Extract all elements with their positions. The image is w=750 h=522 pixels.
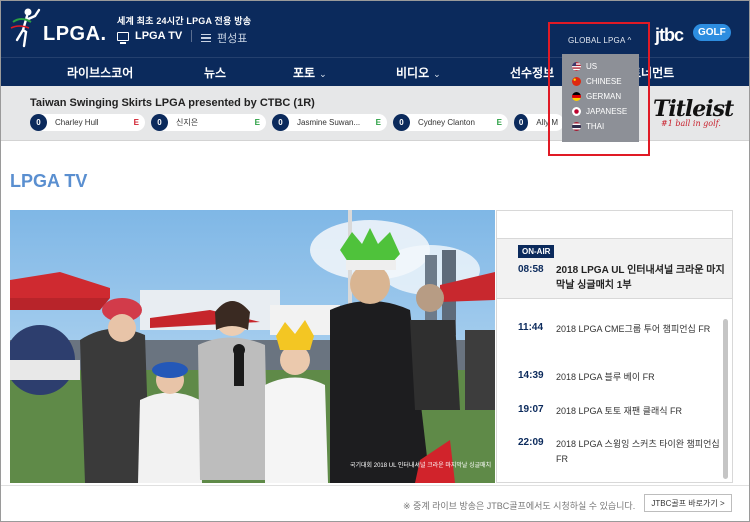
global-option-japanese[interactable]: JAPANESE xyxy=(562,104,639,119)
option-label: JAPANESE xyxy=(586,107,628,116)
nav-item-news[interactable]: 뉴스 xyxy=(204,64,226,81)
position-badge: 0 xyxy=(30,114,47,131)
global-lpga-toggle[interactable]: GLOBAL LPGA ^ xyxy=(568,36,631,45)
tournament-title[interactable]: Taiwan Swinging Skirts LPGA presented by… xyxy=(30,97,315,109)
global-option-us[interactable]: US xyxy=(562,59,639,74)
player-name: Ally M xyxy=(536,118,558,127)
onair-badge: ON-AIR xyxy=(518,245,555,258)
lpga-tv-label: LPGA TV xyxy=(135,30,183,42)
position-badge: 0 xyxy=(272,114,289,131)
leaderboard-entry[interactable]: 0 신지은 E xyxy=(151,114,266,131)
score-status: E xyxy=(133,118,139,127)
global-option-german[interactable]: GERMAN xyxy=(562,89,639,104)
nav-item-players[interactable]: 선수정보 xyxy=(510,64,554,81)
score-status: E xyxy=(496,118,502,127)
option-label: US xyxy=(586,62,598,71)
jtbc-golf-link-button[interactable]: JTBC골프 바로가기 > xyxy=(644,494,732,512)
schedule-header xyxy=(497,211,732,239)
schedule-time: 14:39 xyxy=(518,370,544,381)
schedule-time: 22:09 xyxy=(518,437,544,448)
header-divider xyxy=(191,30,192,42)
china-flag-icon xyxy=(572,77,581,86)
schedule-title: 2018 LPGA CME그룹 투어 챔피언십 FR xyxy=(556,324,711,334)
video-frame-image xyxy=(10,210,495,483)
leaderboard-entry[interactable]: 0 Ally M xyxy=(514,114,564,131)
schedule-label: 편성표 xyxy=(217,33,248,45)
video-caption: 국기대회 2018 UL 인터내셔널 크라운 마지막날 싱글매치 xyxy=(350,463,492,469)
leaderboard-entry[interactable]: 0 Cydney Clanton E xyxy=(393,114,508,131)
lpga-logo-text[interactable]: LPGA. xyxy=(43,23,107,46)
page-title: LPGA TV xyxy=(10,171,88,191)
position-badge: 0 xyxy=(151,114,168,131)
score-status: E xyxy=(254,118,260,127)
leaderboard-entry[interactable]: 0 Jasmine Suwan... E xyxy=(272,114,387,131)
site-tagline: 세계 최초 24시간 LPGA 전용 방송 xyxy=(117,16,252,26)
position-badge: 0 xyxy=(514,114,529,131)
position-badge: 0 xyxy=(393,114,410,131)
schedule-title: 2018 LPGA 스윙잉 스커츠 타이완 챔피언십 FR xyxy=(556,439,720,464)
player-name: 신지은 xyxy=(176,118,199,127)
option-label: THAI xyxy=(586,122,605,131)
option-label: GERMAN xyxy=(586,92,622,101)
schedule-scrollbar[interactable] xyxy=(723,319,728,479)
list-icon xyxy=(201,34,211,42)
nav-item-livescore[interactable]: 라이브스코어 xyxy=(67,64,133,81)
option-label: CHINESE xyxy=(586,77,622,86)
schedule-link[interactable]: 편성표 xyxy=(201,30,247,46)
lpga-tv-link[interactable]: LPGA TV xyxy=(117,30,183,44)
chevron-down-icon: ⌄ xyxy=(319,69,327,79)
jtbc-logo[interactable]: jtbc xyxy=(655,25,684,46)
golf-badge[interactable]: GOLF xyxy=(693,24,731,41)
schedule-title: 2018 LPGA 블루 베이 FR xyxy=(556,372,655,382)
leaderboard-list: 0 Charley Hull E 0 신지은 E 0 Jasmine Suwan… xyxy=(30,114,570,132)
japan-flag-icon xyxy=(572,107,581,116)
tv-icon xyxy=(117,31,129,44)
leaderboard-entry[interactable]: 0 Charley Hull E xyxy=(30,114,145,131)
schedule-title: 2018 LPGA 토토 재팬 클래식 FR xyxy=(556,406,682,416)
global-option-chinese[interactable]: CHINESE xyxy=(562,74,639,89)
titleist-sponsor-logo[interactable]: Titleist #1 ball in golf. xyxy=(653,96,734,132)
player-name: Cydney Clanton xyxy=(418,118,475,127)
schedule-time: 11:44 xyxy=(518,322,544,333)
nav-item-photo[interactable]: 포토 ⌄ xyxy=(293,64,327,81)
lpga-logo-icon[interactable] xyxy=(9,6,41,54)
player-name: Charley Hull xyxy=(55,118,99,127)
chevron-down-icon: ⌄ xyxy=(433,69,441,79)
onair-program[interactable]: ON-AIR 08:58 2018 LPGA UL 인터내셔널 크라운 마지막날… xyxy=(497,239,732,299)
germany-flag-icon xyxy=(572,92,581,101)
score-status: E xyxy=(375,118,381,127)
broadcast-schedule: ON-AIR 08:58 2018 LPGA UL 인터내셔널 크라운 마지막날… xyxy=(496,210,733,483)
live-video-player[interactable]: 국기대회 2018 UL 인터내셔널 크라운 마지막날 싱글매치 xyxy=(10,210,495,483)
footer-bar: ※ 중계 라이브 방송은 JTBC골프에서도 시청하실 수 있습니다. JTBC… xyxy=(1,485,749,522)
schedule-time: 19:07 xyxy=(518,404,544,415)
onair-title: 2018 LPGA UL 인터내셔널 크라운 마지막날 싱글매치 1부 xyxy=(556,265,725,291)
onair-time: 08:58 xyxy=(518,264,544,275)
thailand-flag-icon xyxy=(572,122,581,131)
us-flag-icon xyxy=(572,62,581,71)
player-name: Jasmine Suwan... xyxy=(297,118,361,127)
nav-item-video[interactable]: 비디오 ⌄ xyxy=(396,64,441,81)
footer-note: ※ 중계 라이브 방송은 JTBC골프에서도 시청하실 수 있습니다. xyxy=(403,501,636,511)
global-option-thai[interactable]: THAI xyxy=(562,119,639,134)
global-lpga-dropdown: US CHINESE GERMAN JAPANESE THAI xyxy=(562,54,639,142)
